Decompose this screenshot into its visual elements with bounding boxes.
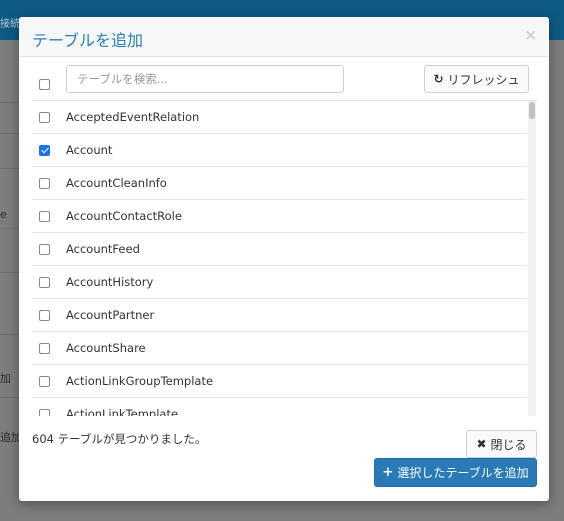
refresh-button-label: リフレッシュ [447,72,520,87]
table-name: AccountContactRole [66,209,182,223]
table-row[interactable]: ActionLinkGroupTemplate [32,365,527,398]
dialog-title: テーブルを追加 [32,31,144,50]
table-name: AccountFeed [66,242,140,256]
table-row[interactable]: AccountPartner [32,299,527,332]
table-name: AccountCleanInfo [66,176,167,190]
table-count-text: 604 テーブルが見つかりました。 [32,432,207,446]
table-list: AcceptedEventRelation Account AccountCle… [32,100,537,416]
select-all-checkbox[interactable] [39,79,50,90]
table-name: AccountPartner [66,308,155,322]
table-checkbox[interactable] [39,343,50,354]
table-checkbox[interactable] [39,178,50,189]
table-checkbox[interactable] [39,277,50,288]
table-row[interactable]: AccountContactRole [32,200,527,233]
table-row[interactable]: AccountShare [32,332,527,365]
close-icon: ✖ [476,437,487,451]
list-scrollbar[interactable] [528,101,536,416]
table-row[interactable]: AccountHistory [32,266,527,299]
table-checkbox[interactable] [39,409,50,416]
add-table-dialog: テーブルを追加 × ↻ リフレッシュ AcceptedEventRelation… [19,17,549,501]
add-selected-tables-label: 選択したテーブルを追加 [397,466,529,480]
table-row[interactable]: AccountFeed [32,233,527,266]
table-row[interactable]: Account [32,134,527,167]
table-name: ActionLinkGroupTemplate [66,374,214,388]
close-button[interactable]: ✖ 閉じる [466,430,537,458]
table-name: AccountShare [66,341,146,355]
background-text-fragment: 加 [0,372,11,385]
table-name: Account [66,143,113,157]
table-checkbox[interactable] [39,211,50,222]
plus-icon: + [382,465,394,480]
table-checkbox[interactable] [39,145,50,156]
scrollbar-thumb[interactable] [529,102,535,119]
refresh-icon: ↻ [433,72,444,86]
table-checkbox[interactable] [39,112,50,123]
dialog-header: テーブルを追加 × [19,17,549,57]
table-checkbox[interactable] [39,376,50,387]
add-selected-tables-button[interactable]: + 選択したテーブルを追加 [374,458,537,487]
background-topbar-label: 接続 [0,19,20,30]
table-name: AccountHistory [66,275,154,289]
close-icon[interactable]: × [524,26,537,44]
table-row[interactable]: AccountCleanInfo [32,167,527,200]
table-row[interactable]: AcceptedEventRelation [32,101,527,134]
refresh-button[interactable]: ↻ リフレッシュ [424,65,529,93]
close-button-label: 閉じる [490,437,527,452]
search-input[interactable] [66,65,344,93]
table-name: AcceptedEventRelation [66,110,200,124]
table-checkbox[interactable] [39,244,50,255]
table-row[interactable]: ActionLinkTemplate [32,398,527,416]
table-name: ActionLinkTemplate [66,407,179,416]
background-text-fragment: e [0,208,7,221]
table-checkbox[interactable] [39,310,50,321]
